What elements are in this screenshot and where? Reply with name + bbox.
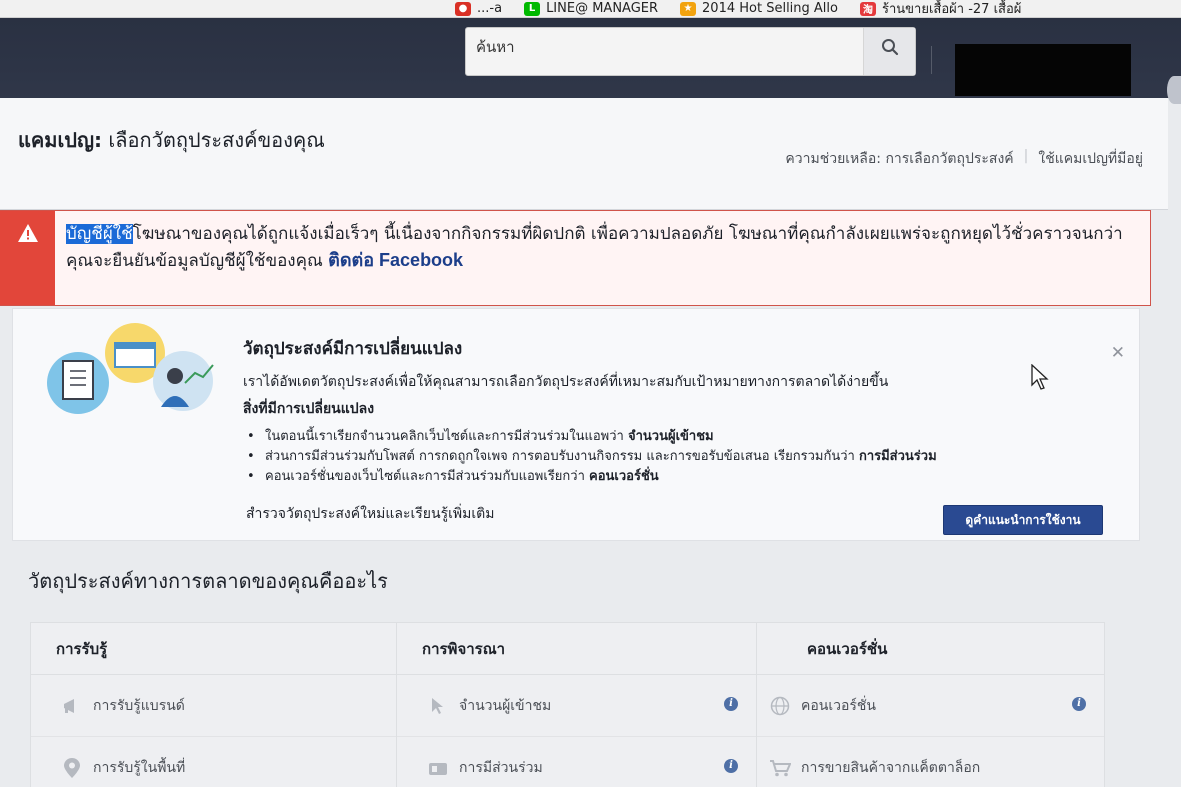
campaign-header: แคมเปญ: เลือกวัตถุประสงค์ของคุณ ความช่วย… xyxy=(0,98,1168,210)
search-button[interactable] xyxy=(863,28,915,75)
bookmark-item[interactable]: L LINE@ MANAGER xyxy=(524,1,658,16)
globe-icon xyxy=(769,695,791,717)
objective-label: การมีส่วนร่วม xyxy=(459,759,543,776)
divider xyxy=(931,46,932,74)
list-item: คอนเวอร์ชั่นของเว็บไซต์และการมีส่วนร่วมก… xyxy=(243,467,937,487)
bookmark-red-icon: ● xyxy=(455,1,471,16)
engagement-icon xyxy=(427,757,449,779)
bullet-text: คอนเวอร์ชั่นของเว็บไซต์และการมีส่วนร่วมก… xyxy=(265,469,590,484)
info-icon[interactable]: i xyxy=(724,759,738,773)
objective-local-awareness[interactable]: การรับรู้ในพื้นที่ xyxy=(31,737,396,787)
bullet-text: ในตอนนี้เราเรียกจำนวนคลิกเว็บไซต์และการม… xyxy=(265,429,628,444)
cursor-click-icon xyxy=(427,695,449,717)
highlighted-text: บัญชีผู้ใช้ xyxy=(66,224,133,244)
info-icon[interactable]: i xyxy=(1072,697,1086,711)
contact-facebook-link[interactable]: ติดต่อ Facebook xyxy=(328,250,463,270)
objective-column-conversion: คอนเวอร์ชั่น คอนเวอร์ชั่น i การขายสินค้า… xyxy=(756,623,1104,787)
megaphone-icon xyxy=(61,695,83,717)
column-header: คอนเวอร์ชั่น xyxy=(757,623,1104,675)
facebook-top-bar xyxy=(0,18,1181,104)
use-existing-campaign-link[interactable]: ใช้แคมเปญที่มีอยู่ xyxy=(1038,148,1143,170)
bookmark-item[interactable]: ● ...-a xyxy=(455,1,502,16)
redacted-profile xyxy=(955,44,1131,96)
bookmarks-bar: ● ...-a L LINE@ MANAGER ★ 2014 Hot Selli… xyxy=(0,0,1181,18)
search-box xyxy=(465,27,916,76)
objective-engagement[interactable]: การมีส่วนร่วม i xyxy=(397,737,756,787)
bullet-bold: จำนวนผู้เข้าชม xyxy=(627,429,714,444)
objective-conversions[interactable]: คอนเวอร์ชั่น i xyxy=(757,675,1104,737)
line-icon: L xyxy=(524,1,541,16)
bookmark-label: ...-a xyxy=(477,1,503,16)
objective-label: คอนเวอร์ชั่น xyxy=(801,697,876,714)
header-links: ความช่วยเหลือ: การเลือกวัตถุประสงค์ | ใช… xyxy=(785,148,1143,170)
objective-column-awareness: การรับรู้ การรับรู้แบรนด์ การรับรู้ในพื้… xyxy=(31,623,396,787)
notification-icon[interactable] xyxy=(1167,76,1181,104)
account-warning-banner: บัญชีผู้ใช้โฆษณาของคุณได้ถูกแจ้งเมื่อเร็… xyxy=(0,210,1151,306)
mouse-cursor-icon xyxy=(1031,364,1049,390)
objective-brand-awareness[interactable]: การรับรู้แบรนด์ xyxy=(31,675,396,737)
objective-label: การรับรู้ในพื้นที่ xyxy=(93,759,186,776)
warning-strip xyxy=(0,211,55,305)
bullet-bold: คอนเวอร์ชั่น xyxy=(589,469,659,484)
bookmark-label: ร้านขายเสื้อผ้า -27 เสื้อผ้ xyxy=(882,2,1022,17)
objectives-table: การรับรู้ การรับรู้แบรนด์ การรับรู้ในพื้… xyxy=(30,622,1105,787)
help-link[interactable]: ความช่วยเหลือ: การเลือกวัตถุประสงค์ xyxy=(785,148,1013,170)
bullet-bold: การมีส่วนร่วม xyxy=(858,449,937,464)
search-input[interactable] xyxy=(466,28,863,75)
bookmark-label: 2014 Hot Selling Allo xyxy=(702,1,838,16)
warning-body: โฆษณาของคุณได้ถูกแจ้งเมื่อเร็วๆ นี้เนื่อ… xyxy=(66,224,1123,271)
title-text: เลือกวัตถุประสงค์ของคุณ xyxy=(102,128,325,152)
objective-column-consideration: การพิจารณา จำนวนผู้เข้าชม i การมีส่วนร่ว… xyxy=(396,623,756,787)
objective-traffic[interactable]: จำนวนผู้เข้าชม i xyxy=(397,675,756,737)
warning-message: บัญชีผู้ใช้โฆษณาของคุณได้ถูกแจ้งเมื่อเร็… xyxy=(66,221,1141,274)
link-separator: | xyxy=(1023,148,1029,164)
learn-more-link[interactable]: สำรวจวัตถุประสงค์ใหม่และเรียนรู้เพิ่มเติ… xyxy=(246,503,494,525)
close-icon[interactable]: ✕ xyxy=(1111,343,1125,363)
card-description: เราได้อัพเดตวัตถุประสงค์เพื่อให้คุณสามาร… xyxy=(243,374,889,390)
objectives-illustration xyxy=(47,323,214,414)
bookmark-item[interactable]: 淘 ร้านขายเสื้อผ้า -27 เสื้อผ้ xyxy=(860,0,1022,17)
objective-catalog-sales[interactable]: การขายสินค้าจากแค็ตตาล็อก xyxy=(757,737,1104,787)
shopping-cart-icon xyxy=(769,757,791,779)
change-list: ในตอนนี้เราเรียกจำนวนคลิกเว็บไซต์และการม… xyxy=(243,427,937,487)
list-item: ในตอนนี้เราเรียกจำนวนคลิกเว็บไซต์และการม… xyxy=(243,427,937,447)
search-icon xyxy=(881,38,898,55)
warning-icon xyxy=(17,224,38,242)
objective-label: การขายสินค้าจากแค็ตตาล็อก xyxy=(801,759,981,776)
bookmark-item[interactable]: ★ 2014 Hot Selling Allo xyxy=(680,1,838,16)
bullet-text: ส่วนการมีส่วนร่วมกับโพสต์ การกดถูกใจเพจ … xyxy=(265,449,859,464)
objective-label: การรับรู้แบรนด์ xyxy=(93,697,185,714)
bookmark-label: LINE@ MANAGER xyxy=(546,1,659,16)
location-pin-icon xyxy=(61,757,83,779)
card-title: วัตถุประสงค์มีการเปลี่ยนแปลง xyxy=(243,339,463,359)
card-subtitle: สิ่งที่มีการเปลี่ยนแปลง xyxy=(243,401,375,417)
taobao-icon: 淘 xyxy=(860,1,876,16)
list-item: ส่วนการมีส่วนร่วมกับโพสต์ การกดถูกใจเพจ … xyxy=(243,447,937,467)
title-prefix: แคมเปญ: xyxy=(18,128,103,152)
objective-change-card: ✕ วัตถุประสงค์มีการเปลี่ยนแปลง เราได้อัพ… xyxy=(12,308,1140,541)
objectives-heading: วัตถุประสงค์ทางการตลาดของคุณคืออะไร xyxy=(28,569,388,593)
page-title: แคมเปญ: เลือกวัตถุประสงค์ของคุณ xyxy=(18,124,325,156)
info-icon[interactable]: i xyxy=(724,697,738,711)
column-header: การรับรู้ xyxy=(31,623,396,675)
view-tour-button[interactable]: ดูคำแนะนำการใช้งาน xyxy=(943,505,1103,535)
objective-label: จำนวนผู้เข้าชม xyxy=(459,697,552,714)
column-header: การพิจารณา xyxy=(397,623,756,675)
bookmark-yellow-icon: ★ xyxy=(680,1,697,16)
